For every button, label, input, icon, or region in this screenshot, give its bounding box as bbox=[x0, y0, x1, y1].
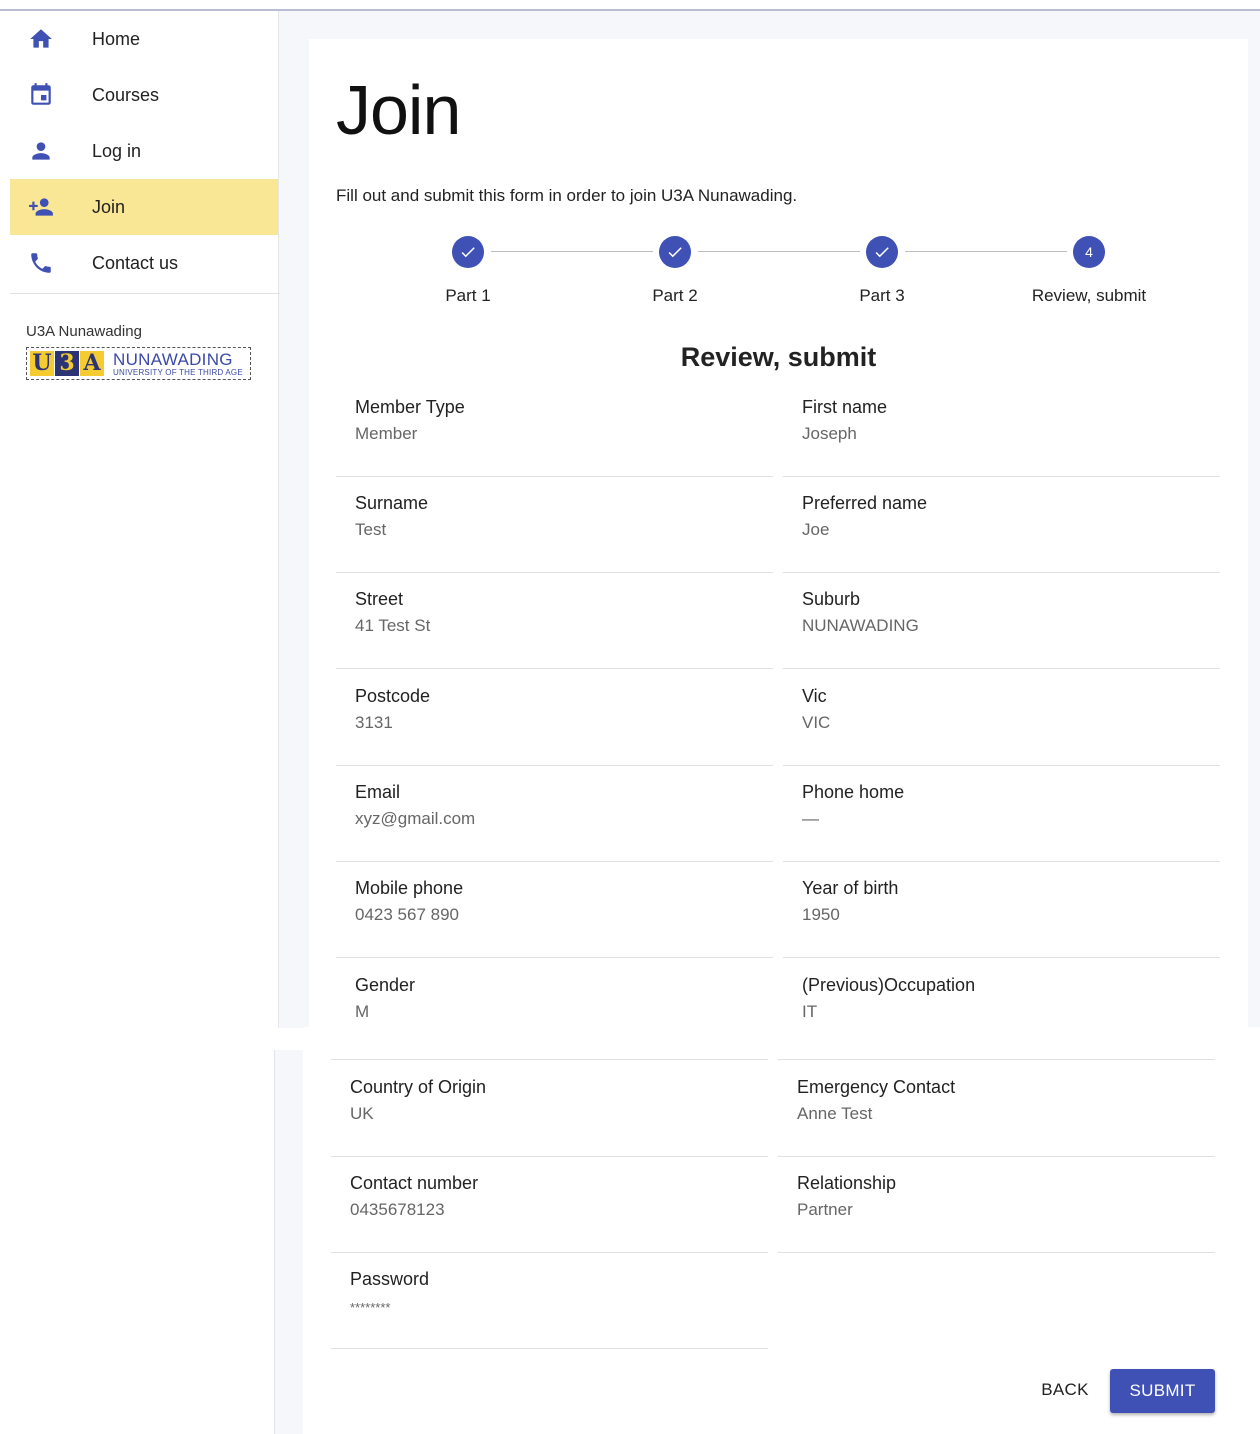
step-label: Part 2 bbox=[652, 286, 698, 305]
nav-item-label: Join bbox=[92, 196, 126, 217]
review-field-phone-home: Phone home — bbox=[783, 765, 1220, 862]
review-field-email: Email xyz@gmail.com bbox=[336, 765, 773, 862]
review-field-member-type: Member Type Member bbox=[336, 380, 773, 477]
nav-item-label: Log in bbox=[92, 140, 142, 161]
nav-item-join[interactable]: Join bbox=[10, 179, 278, 235]
step-label: Review, submit bbox=[1031, 286, 1147, 305]
nav-item-home[interactable]: Home bbox=[10, 11, 278, 67]
review-field-contact-number: Contact number 0435678123 bbox=[331, 1156, 768, 1253]
person-add-icon bbox=[28, 194, 54, 220]
sidebar: Home Courses Log in Join Contact us U3A … bbox=[10, 11, 280, 1028]
stepper: Part 1 Part 2 Part 3 4 Review, submit bbox=[336, 232, 1221, 312]
page-title: Join bbox=[336, 71, 461, 149]
nav-item-login[interactable]: Log in bbox=[10, 123, 278, 179]
review-field-surname: Surname Test bbox=[336, 476, 773, 573]
nav-item-label: Courses bbox=[92, 84, 160, 105]
sidebar-lower bbox=[0, 1050, 275, 1434]
phone-icon bbox=[28, 250, 54, 276]
step-review-submit[interactable]: 4 Review, submit bbox=[999, 232, 1179, 306]
org-name: U3A Nunawading bbox=[26, 323, 142, 340]
check-icon bbox=[866, 236, 898, 268]
check-icon bbox=[452, 236, 484, 268]
review-field-relationship: Relationship Partner bbox=[778, 1156, 1215, 1253]
review-field-mobile-phone: Mobile phone 0423 567 890 bbox=[336, 861, 773, 958]
review-field-country-of-origin: Country of Origin UK bbox=[331, 1060, 768, 1157]
step-label: Part 3 bbox=[859, 286, 905, 305]
section-title: Review, submit bbox=[680, 342, 877, 372]
review-field-password: Password ******** bbox=[331, 1252, 768, 1349]
main-background-lower bbox=[275, 1050, 305, 1434]
logo-title: NUNAWADING bbox=[113, 349, 233, 369]
review-field-year-of-birth: Year of birth 1950 bbox=[783, 861, 1220, 958]
home-icon bbox=[28, 26, 54, 52]
review-field-emergency-contact: Emergency Contact Anne Test bbox=[778, 1060, 1215, 1157]
nav-item-contact[interactable]: Contact us bbox=[10, 235, 278, 291]
step-part-1[interactable]: Part 1 bbox=[378, 232, 558, 306]
sidebar-divider bbox=[10, 293, 280, 294]
check-icon bbox=[659, 236, 691, 268]
review-field-preferred-name: Preferred name Joe bbox=[783, 476, 1220, 573]
screenshot-seam bbox=[336, 1028, 1260, 1050]
step-part-2[interactable]: Part 2 bbox=[585, 232, 765, 306]
review-field-state: Vic VIC bbox=[783, 669, 1220, 766]
person-icon bbox=[28, 138, 54, 164]
logo-mark: U 3 A bbox=[30, 351, 105, 376]
intro-text: Fill out and submit this form in order t… bbox=[336, 186, 798, 205]
step-number: 4 bbox=[1073, 236, 1105, 268]
step-label: Part 1 bbox=[445, 286, 491, 305]
logo-subtitle: UNIVERSITY OF THE THIRD AGE bbox=[113, 367, 243, 377]
review-field-postcode: Postcode 3131 bbox=[336, 669, 773, 766]
nav-item-label: Contact us bbox=[92, 252, 179, 273]
review-field-street: Street 41 Test St bbox=[336, 572, 773, 669]
org-logo[interactable]: U 3 A NUNAWADING UNIVERSITY OF THE THIRD… bbox=[26, 347, 251, 380]
review-field-suburb: Suburb NUNAWADING bbox=[783, 572, 1220, 669]
review-field-first-name: First name Joseph bbox=[783, 380, 1220, 477]
nav-item-courses[interactable]: Courses bbox=[10, 67, 278, 123]
step-part-3[interactable]: Part 3 bbox=[792, 232, 972, 306]
submit-button[interactable]: SUBMIT bbox=[1110, 1369, 1215, 1413]
top-app-bar bbox=[0, 0, 1260, 11]
calendar-icon bbox=[28, 82, 54, 108]
nav-item-label: Home bbox=[92, 28, 141, 49]
back-button[interactable]: BACK bbox=[1030, 1372, 1100, 1408]
